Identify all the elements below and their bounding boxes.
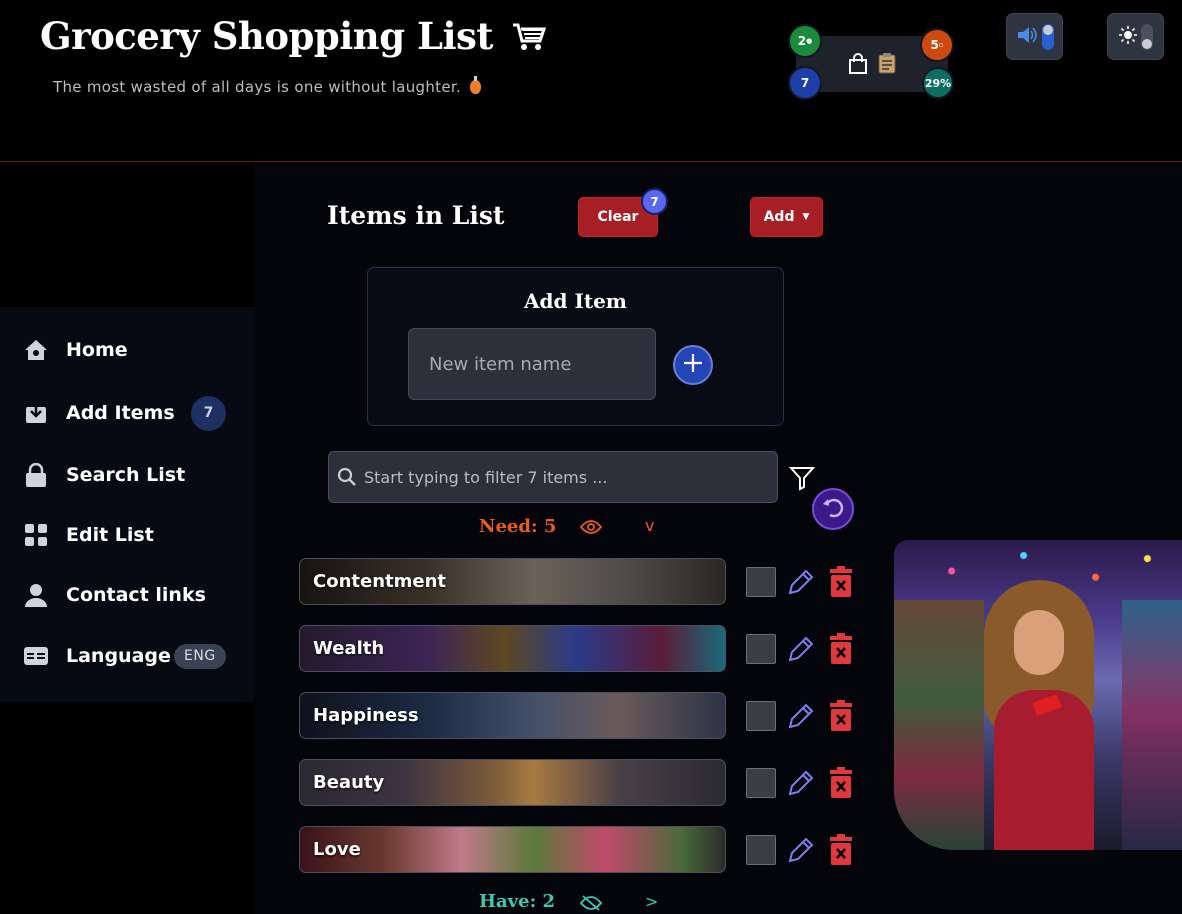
chevron-right-icon[interactable]: > <box>645 892 658 911</box>
trash-icon[interactable] <box>828 566 854 602</box>
need-section-label: Need: 5 <box>479 516 557 537</box>
list-item[interactable]: Contentment <box>299 558 726 605</box>
pencil-icon[interactable] <box>785 767 817 803</box>
search-icon <box>337 467 357 491</box>
sidebar-item-label: Edit List <box>66 524 154 546</box>
pencil-icon[interactable] <box>785 566 817 602</box>
trash-icon[interactable] <box>828 834 854 870</box>
item-label: Wealth <box>313 638 385 659</box>
sound-switch <box>1041 23 1054 50</box>
items-total-badge: 7 <box>788 66 822 100</box>
sidebar-item-edit-list[interactable]: Edit List <box>0 511 254 559</box>
sidebar-item-contact-links[interactable]: Contact links <box>0 571 254 619</box>
download-icon <box>23 400 49 426</box>
list-item[interactable]: Beauty <box>299 759 726 806</box>
filter-icon[interactable] <box>788 465 816 495</box>
grid-icon <box>23 522 49 548</box>
item-label: Contentment <box>313 571 447 592</box>
clear-button-label: Clear <box>597 209 639 225</box>
list-item[interactable]: Happiness <box>299 692 726 739</box>
page-title: Items in List <box>327 201 505 230</box>
need-count-value: 2 <box>797 34 807 48</box>
add-dropdown-button[interactable]: Add ▼ <box>750 197 823 237</box>
clipboard-icon <box>878 52 896 78</box>
pencil-icon[interactable] <box>785 700 817 736</box>
pencil-icon[interactable] <box>785 834 817 870</box>
quote-text: The most wasted of all days is one witho… <box>53 78 462 96</box>
chevron-down-icon[interactable]: v <box>645 516 654 535</box>
id-card-icon <box>23 643 49 669</box>
app-title: Grocery Shopping List <box>40 14 547 62</box>
item-checkbox[interactable] <box>746 835 776 865</box>
sound-toggle[interactable] <box>1006 13 1063 60</box>
items-total-value: 7 <box>800 76 810 90</box>
progress-value: 29% <box>924 76 952 90</box>
search-bar <box>328 451 778 503</box>
plus-icon <box>682 352 704 378</box>
item-checkbox[interactable] <box>746 701 776 731</box>
progress-badge: 29% <box>922 67 954 99</box>
sidebar-item-label: Add Items <box>66 402 175 424</box>
sidebar-item-label: Search List <box>66 464 186 486</box>
theme-toggle[interactable] <box>1107 13 1164 60</box>
sidebar-item-language[interactable]: Language ENG <box>0 632 254 680</box>
sidebar-item-label: Language <box>66 645 171 667</box>
home-icon <box>23 337 49 363</box>
list-item[interactable]: Love <box>299 826 726 873</box>
have-count-badge: 5 ▫ <box>920 28 954 62</box>
speaker-icon <box>1016 25 1038 49</box>
sidebar-nav: Home Add Items 7 Search List Edit List C… <box>0 307 254 702</box>
sidebar-item-search-list[interactable]: Search List <box>0 451 254 499</box>
sidebar-item-add-items[interactable]: Add Items 7 <box>0 389 254 437</box>
quote-subtitle: The most wasted of all days is one witho… <box>53 76 482 96</box>
lock-icon <box>23 462 49 488</box>
undo-arrow-icon <box>821 496 845 522</box>
item-label: Love <box>313 839 361 860</box>
shopper-photo <box>894 540 1182 850</box>
sidebar-item-home[interactable]: Home <box>0 326 254 374</box>
eye-icon[interactable] <box>579 519 603 539</box>
caret-down-icon: ▼ <box>802 212 810 222</box>
trash-icon[interactable] <box>828 700 854 736</box>
app-header: Grocery Shopping List The most wasted of… <box>0 0 1182 162</box>
add-item-title: Add Item <box>524 289 627 313</box>
sidebar-item-label: Contact links <box>66 584 206 606</box>
have-count-value: 5 <box>930 38 939 52</box>
have-section-label: Have: 2 <box>479 891 556 912</box>
add-item-card: Add Item <box>367 267 784 426</box>
sun-icon <box>1118 25 1137 48</box>
add-items-count-badge: 7 <box>191 395 226 431</box>
person-icon <box>23 582 49 608</box>
list-item[interactable]: Wealth <box>299 625 726 672</box>
item-checkbox[interactable] <box>746 567 776 597</box>
item-label: Happiness <box>313 705 419 726</box>
search-input[interactable] <box>364 452 769 502</box>
app-title-text: Grocery Shopping List <box>40 14 493 58</box>
language-pill[interactable]: ENG <box>174 643 226 669</box>
add-item-button[interactable] <box>673 345 713 385</box>
item-checkbox[interactable] <box>746 768 776 798</box>
need-count-badge: 2 ● <box>788 24 822 58</box>
eye-slash-icon[interactable] <box>579 895 603 914</box>
add-button-label: Add <box>763 209 795 225</box>
new-item-input[interactable] <box>408 328 656 400</box>
mate-cup-icon <box>470 76 482 94</box>
theme-switch <box>1140 23 1153 50</box>
clear-count-badge: 7 <box>641 188 668 215</box>
item-label: Beauty <box>313 772 385 793</box>
shopping-cart-icon <box>511 18 547 62</box>
item-checkbox[interactable] <box>746 634 776 664</box>
sidebar-item-label: Home <box>66 339 128 361</box>
undo-button[interactable] <box>812 488 854 530</box>
shopping-bag-icon <box>848 53 868 79</box>
pencil-icon[interactable] <box>785 633 817 669</box>
trash-icon[interactable] <box>828 767 854 803</box>
trash-icon[interactable] <box>828 633 854 669</box>
